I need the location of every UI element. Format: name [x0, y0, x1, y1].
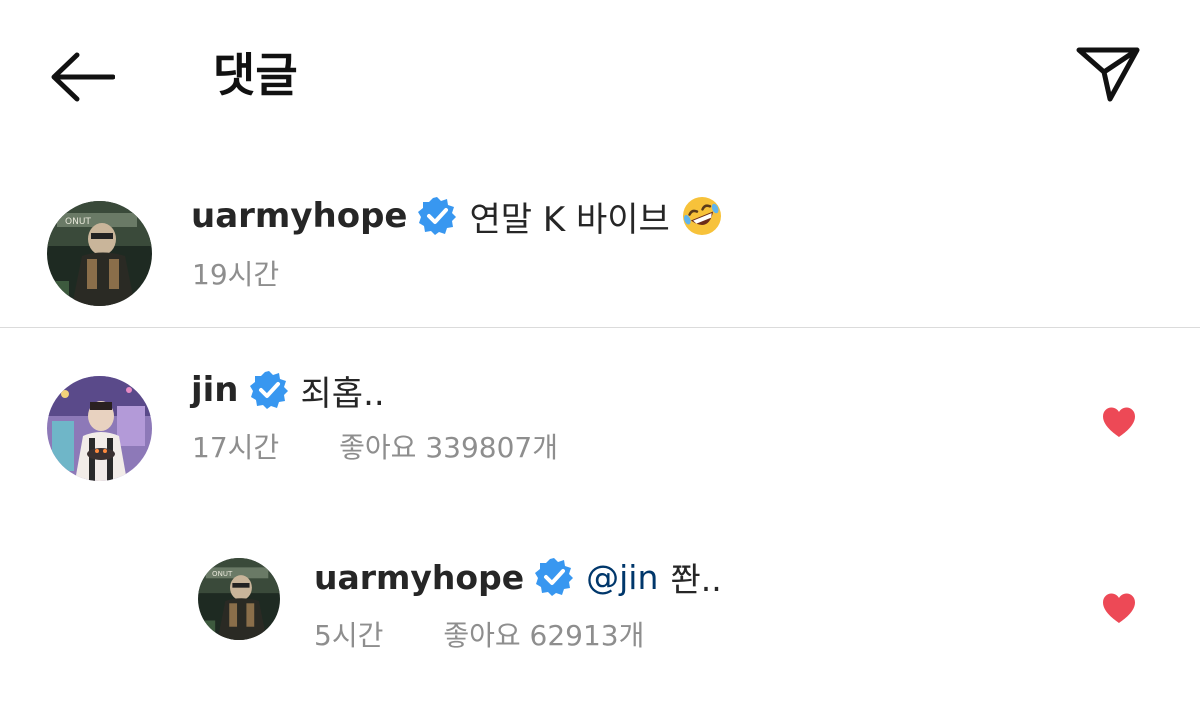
heart-icon — [1103, 593, 1135, 623]
verified-badge-icon — [534, 557, 574, 597]
heart-icon — [1103, 407, 1135, 437]
paper-plane-icon — [1076, 47, 1140, 102]
comment-text: 죄홉.. — [300, 373, 385, 414]
verified-badge-icon — [417, 196, 457, 236]
verified-badge-icon — [249, 370, 289, 410]
page-title: 댓글 — [213, 48, 298, 102]
comments-header: 댓글 — [0, 0, 1200, 150]
comment-time[interactable]: 5시간 — [314, 614, 383, 654]
avatar[interactable] — [47, 376, 152, 481]
likes-count[interactable]: 좋아요 62913개 — [443, 614, 644, 654]
svg-text:ONUT: ONUT — [65, 217, 91, 227]
comment-time[interactable]: 19시간 — [192, 253, 279, 293]
like-button[interactable] — [1098, 403, 1140, 441]
comment-time[interactable]: 17시간 — [192, 426, 279, 466]
comment-username[interactable]: uarmyhope — [314, 558, 524, 597]
back-button[interactable] — [44, 44, 120, 110]
arrow-left-icon — [51, 52, 115, 102]
comment-text: 쫜.. — [670, 560, 722, 599]
rolling-on-floor-laughing-icon — [680, 194, 724, 238]
comment-username[interactable]: uarmyhope — [191, 196, 407, 236]
avatar[interactable]: ONUT — [47, 201, 152, 306]
like-button[interactable] — [1098, 589, 1140, 627]
avatar[interactable]: ONUT — [198, 558, 280, 640]
comment-text: 연말 K 바이브 — [469, 199, 670, 240]
share-button[interactable] — [1068, 36, 1148, 108]
likes-count[interactable]: 좋아요 339807개 — [339, 426, 558, 466]
comment-username[interactable]: jin — [191, 370, 239, 410]
svg-text:ONUT: ONUT — [212, 569, 233, 578]
mention-link[interactable]: @jin — [586, 558, 658, 597]
divider — [0, 327, 1200, 328]
